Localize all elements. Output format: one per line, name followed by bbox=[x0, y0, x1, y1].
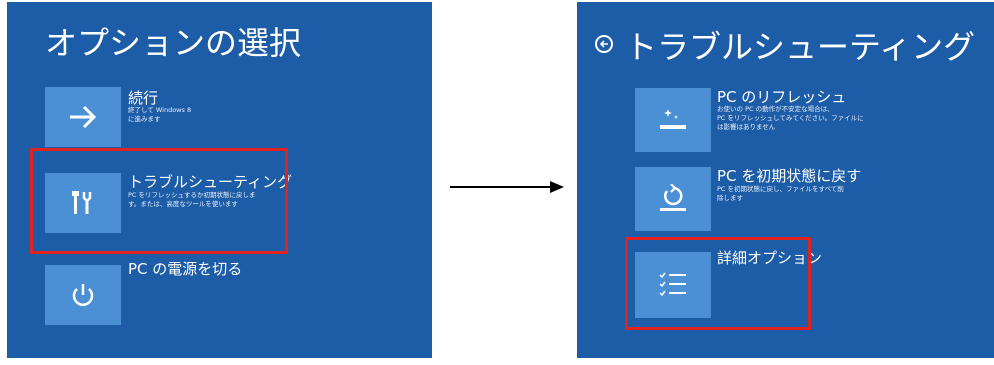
continue-tile[interactable] bbox=[45, 87, 121, 147]
reset-tile[interactable] bbox=[635, 167, 711, 231]
option-label: PC の電源を切る bbox=[128, 260, 243, 278]
refresh-tile[interactable] bbox=[635, 88, 711, 152]
arrow-right-icon bbox=[70, 105, 97, 129]
screen-title: トラブルシューティング bbox=[625, 28, 976, 66]
option-description: PC を初期状態に戻し、ファイルをすべて削 除します bbox=[717, 185, 844, 202]
option-description: 終了して Windows 8 に進みます bbox=[128, 106, 192, 123]
power-icon bbox=[72, 284, 94, 306]
option-description: お使いの PC の動作が不安定な場合は、 PC をリフレッシュしてみてください。… bbox=[717, 105, 864, 131]
screen-title: オプションの選択 bbox=[45, 24, 302, 62]
back-arrow-icon bbox=[599, 40, 608, 48]
highlight-box bbox=[625, 237, 811, 330]
refresh-pc-icon bbox=[660, 109, 686, 129]
reset-pc-icon bbox=[660, 184, 686, 211]
back-button[interactable] bbox=[595, 35, 613, 53]
highlight-box bbox=[30, 148, 288, 254]
power-tile[interactable] bbox=[45, 265, 121, 325]
option-label: PC を初期状態に戻す bbox=[717, 167, 862, 185]
option-label: PC のリフレッシュ bbox=[717, 88, 847, 106]
option-label: 続行 bbox=[128, 89, 159, 107]
transition-arrow-icon bbox=[450, 181, 564, 193]
